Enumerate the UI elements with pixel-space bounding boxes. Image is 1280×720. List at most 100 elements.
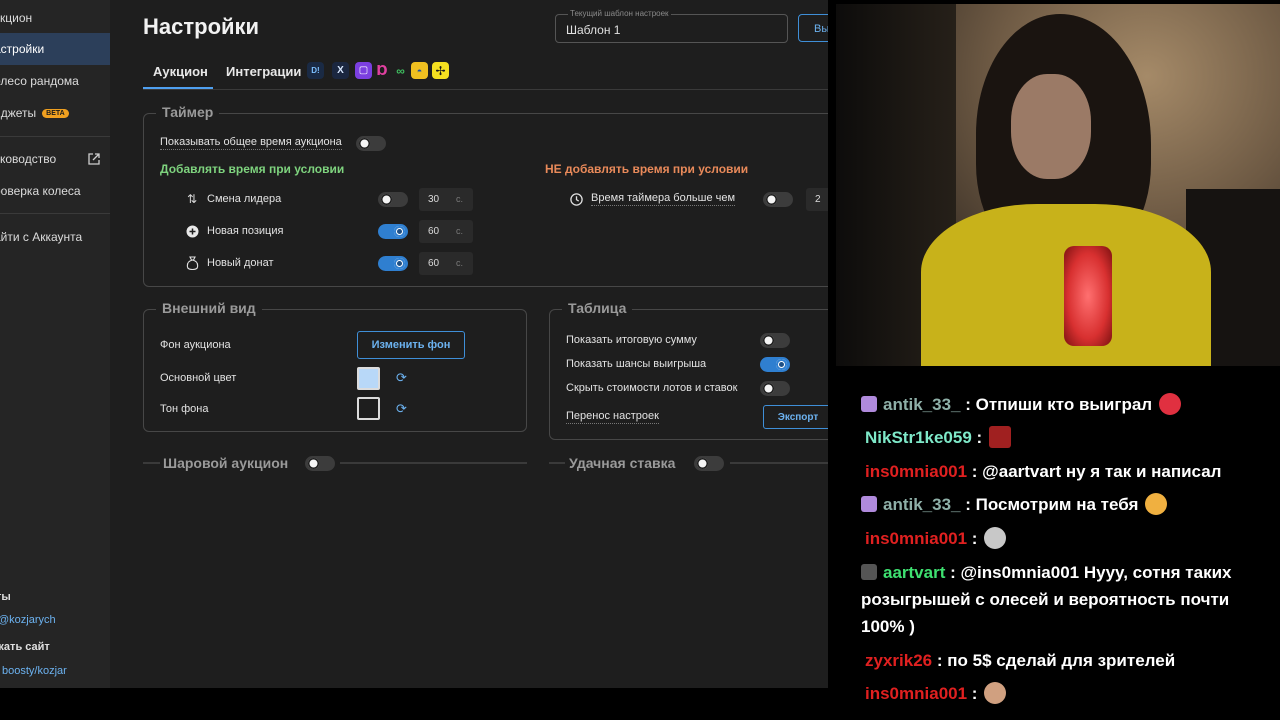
seconds-unit: с. — [456, 194, 464, 204]
new-position-seconds-input[interactable]: 60 с. — [419, 220, 473, 243]
main-color-swatch[interactable] — [357, 367, 380, 390]
divider-line — [730, 462, 828, 464]
chat-message-continuation: 100% ) — [861, 617, 915, 636]
da-icon[interactable]: ◓ — [411, 62, 428, 79]
donationalerts-icon[interactable]: D! — [307, 62, 324, 79]
tab-active-indicator — [143, 87, 213, 89]
leader-change-toggle[interactable] — [378, 192, 408, 207]
chat-text: : Посмотрим на тебя — [965, 495, 1139, 514]
sidebar-item-widgets[interactable]: иджеты BETA — [0, 97, 110, 129]
plus-circle-icon — [185, 224, 199, 238]
emote-icon — [984, 527, 1007, 549]
chat-text: : Отпиши кто выиграл — [965, 395, 1153, 414]
template-action-button[interactable]: Вы — [798, 14, 828, 42]
chat-message-continuation: розыгрышей с олесей и вероятность почти — [861, 590, 1230, 609]
timer-greater-input[interactable]: 2 — [806, 188, 828, 211]
chat-username[interactable]: zyxrik26 — [865, 651, 932, 670]
footer-boosty-link[interactable]: boosty/kozjar — [2, 665, 67, 677]
show-total-time-label: Показывать общее время аукциона — [160, 136, 342, 150]
swap-vertical-icon: ⇅ — [186, 192, 198, 206]
footer-handle-link[interactable]: @kozjarych — [0, 614, 56, 626]
seconds-unit: с. — [456, 226, 464, 236]
sidebar-divider — [0, 136, 110, 137]
x-icon[interactable]: X — [332, 62, 349, 79]
sidebar-item-label: роверка колеса — [0, 184, 81, 198]
leader-change-seconds-input[interactable]: 30 с. — [419, 188, 473, 211]
export-button[interactable]: Экспорт — [763, 405, 828, 429]
webcam-microphone — [1064, 246, 1112, 346]
show-total-sum-label: Показать итоговую сумму — [566, 334, 697, 346]
settings-transfer-label: Перенос настроек — [566, 410, 659, 424]
new-position-toggle[interactable] — [378, 224, 408, 239]
sidebar-item-guide[interactable]: уководство — [0, 143, 110, 175]
chat-message: ins0mnia001 : — [865, 680, 1007, 707]
show-total-time-toggle[interactable] — [356, 136, 386, 151]
sidebar-item-settings[interactable]: астройки — [0, 33, 110, 65]
chat-username[interactable]: aartvart — [883, 563, 945, 582]
emote-icon — [984, 682, 1007, 704]
ball-auction-toggle[interactable] — [305, 456, 335, 471]
divider-line — [143, 462, 160, 464]
sidebar-item-label: айти с Аккаунта — [0, 230, 83, 244]
chat-message: ins0mnia001 : @aartvart ну я так и напис… — [865, 458, 1221, 485]
settings-tabs: Аукцион Интеграции D! X ▢ Ɒ ∞ ◓ ✢ — [143, 58, 828, 90]
sidebar-item-label: астройки — [0, 42, 45, 56]
timer-section-title: Таймер — [156, 104, 220, 120]
stream-chat: antik_33_ : Отпиши кто выиграл NikStr1ke… — [828, 380, 1280, 720]
timer-greater-label: Время таймера больше чем — [591, 192, 736, 206]
chat-message: ins0mnia001 : — [865, 525, 1007, 552]
new-donation-seconds-input[interactable]: 60 с. — [419, 252, 473, 275]
donatepay-icon[interactable]: Ɒ — [374, 62, 391, 79]
tab-integrations[interactable]: Интеграции — [226, 64, 301, 79]
chat-message: antik_33_ : Отпиши кто выиграл — [861, 391, 1181, 418]
footer-support-title: жать сайт — [0, 641, 50, 653]
sidebar-item-auction[interactable]: укцион — [0, 2, 110, 34]
external-link-icon — [88, 153, 100, 165]
sidebar-item-logout[interactable]: айти с Аккаунта — [0, 221, 110, 253]
seconds-unit: с. — [456, 258, 464, 268]
webcam-feed — [836, 4, 1280, 366]
reset-main-color-icon[interactable]: ⟳ — [396, 370, 407, 386]
appearance-section-title: Внешний вид — [156, 300, 262, 316]
new-donation-toggle[interactable] — [378, 256, 408, 271]
tipeeestream-icon[interactable]: ✢ — [432, 62, 449, 79]
sidebar-item-wheel[interactable]: олесо рандома — [0, 65, 110, 97]
chat-text: : — [967, 684, 978, 703]
chat-username[interactable]: antik_33_ — [883, 395, 961, 414]
show-win-chances-toggle[interactable] — [760, 357, 790, 372]
chat-username[interactable]: ins0mnia001 — [865, 462, 967, 481]
chat-username[interactable]: ins0mnia001 — [865, 684, 967, 703]
add-time-title: Добавлять время при условии — [160, 162, 345, 176]
show-total-sum-toggle[interactable] — [760, 333, 790, 348]
seconds-value: 60 — [428, 258, 440, 269]
lucky-bid-toggle[interactable] — [694, 456, 724, 471]
chat-message: NikStr1ke059 : — [865, 424, 1011, 451]
divider-line — [549, 462, 565, 464]
reset-background-tone-icon[interactable]: ⟳ — [396, 401, 407, 417]
seconds-value: 60 — [428, 226, 440, 237]
chat-username[interactable]: ins0mnia001 — [865, 529, 967, 548]
template-select[interactable]: Текущий шаблон настроек Шаблон 1 — [555, 9, 788, 43]
subscriber-badge-icon — [861, 496, 877, 512]
chat-username[interactable]: NikStr1ke059 — [865, 428, 972, 447]
link-icon[interactable]: ∞ — [392, 62, 409, 79]
show-win-chances-label: Показать шансы выигрыша — [566, 358, 707, 370]
subscriber-badge-icon — [861, 564, 877, 580]
settings-panel: Настройки Текущий шаблон настроек Шаблон… — [110, 0, 828, 688]
beta-badge: BETA — [42, 108, 69, 118]
emote-icon — [988, 426, 1011, 448]
background-tone-label: Тон фона — [160, 403, 209, 415]
background-tone-swatch[interactable] — [357, 397, 380, 420]
sidebar-item-wheel-check[interactable]: роверка колеса — [0, 175, 110, 207]
twitch-icon[interactable]: ▢ — [355, 62, 372, 79]
chat-message: aartvart : @ins0mnia001 Нууу, сотня таки… — [861, 559, 1232, 586]
change-background-button[interactable]: Изменить фон — [357, 331, 465, 359]
hide-lot-costs-toggle[interactable] — [760, 381, 790, 396]
lucky-bid-title: Удачная ставка — [569, 455, 676, 471]
sidebar: укцион астройки олесо рандома иджеты BETA… — [0, 0, 110, 688]
chat-message: zyxrik26 : по 5$ сделай для зрителей — [865, 647, 1175, 674]
hide-lot-costs-label: Скрыть стоимости лотов и ставок — [566, 382, 738, 394]
timer-greater-toggle[interactable] — [763, 192, 793, 207]
tab-auction[interactable]: Аукцион — [153, 64, 208, 79]
chat-username[interactable]: antik_33_ — [883, 495, 961, 514]
